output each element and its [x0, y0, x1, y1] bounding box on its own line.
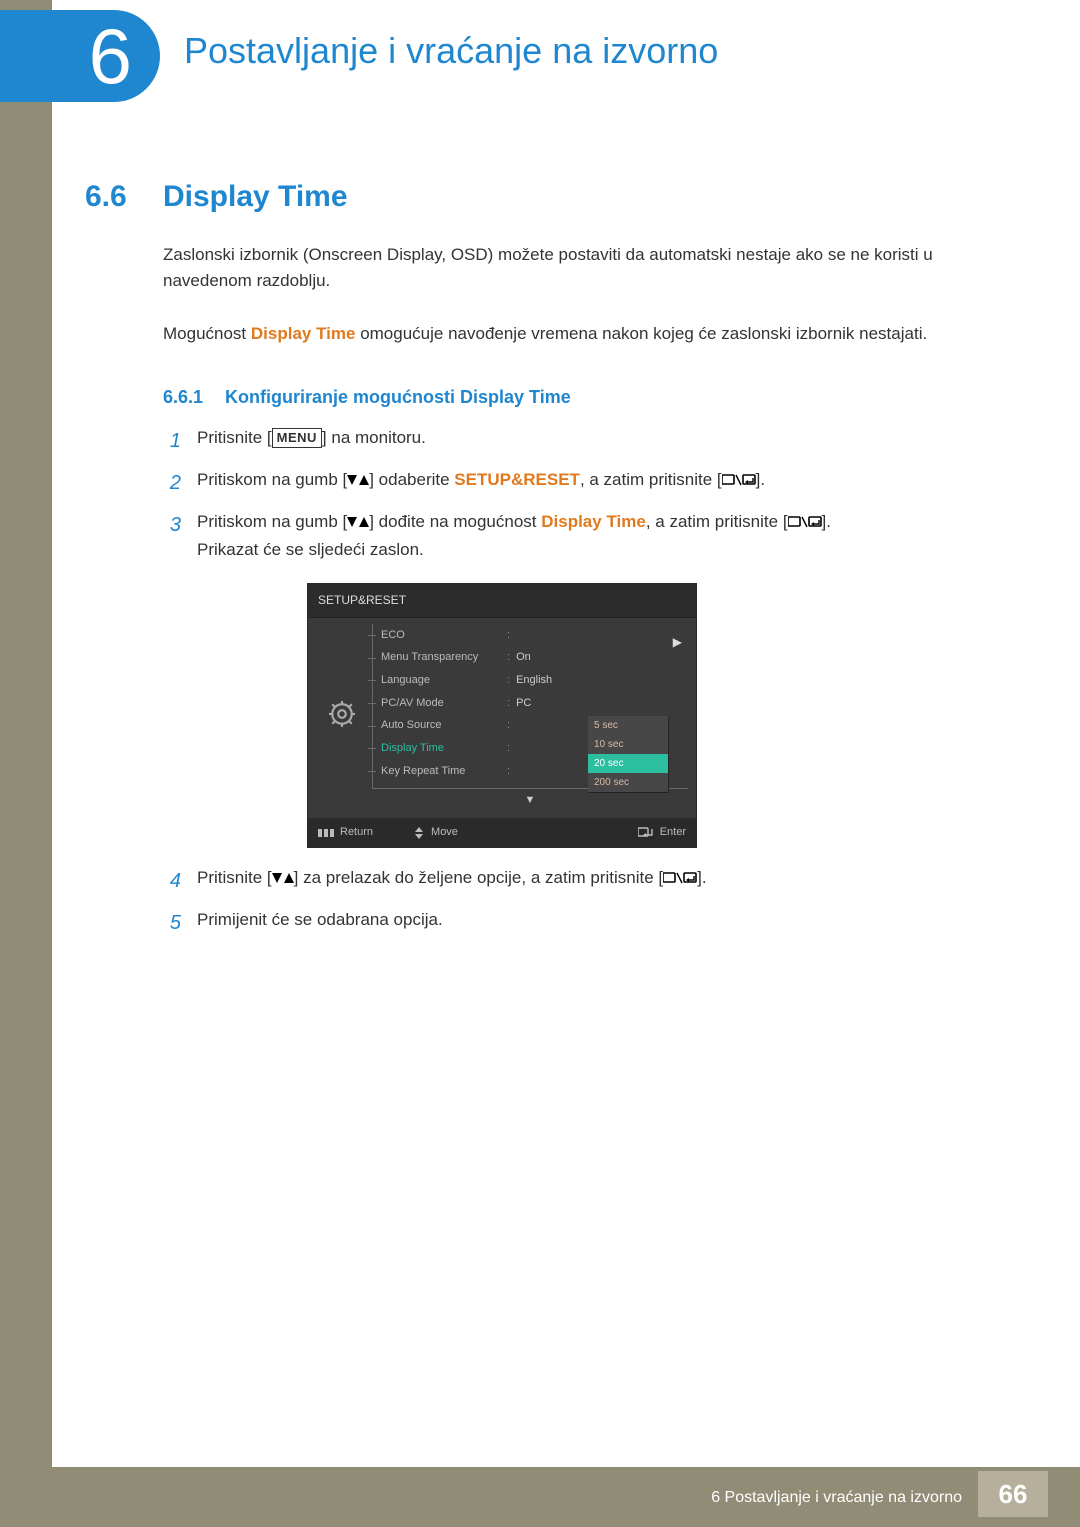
osd-panel: SETUP&RESET ECO:Menu Transparency:OnLang…	[307, 583, 697, 848]
osd-menu-item-label: Language	[381, 671, 501, 690]
select-enter-icon	[788, 515, 822, 529]
step-1: 1 Pritisnite [MENU] na monitoru.	[163, 424, 1020, 458]
step-4: 4 Pritisnite [ ] za prelazak do željene o…	[163, 864, 1020, 898]
step1-post: ] na monitoru.	[322, 428, 426, 447]
osd-menu-item-label: Display Time	[381, 739, 501, 758]
step3-pre: Pritiskom na gumb [	[197, 512, 347, 531]
chevron-right-icon: ▶	[673, 632, 682, 652]
osd-footer-enter-label: Enter	[660, 823, 686, 842]
osd-popup-option: 10 sec	[588, 735, 668, 754]
osd-footer-return-label: Return	[340, 823, 373, 842]
select-enter-icon	[722, 473, 756, 487]
step2-post-b: ].	[756, 470, 765, 489]
page-number: 66	[978, 1471, 1048, 1517]
colon: :	[507, 626, 510, 645]
subsection-heading: 6.6.1 Konfiguriranje mogućnosti Display …	[163, 387, 1020, 408]
osd-menu-item-label: Auto Source	[381, 716, 501, 735]
step-number: 3	[163, 508, 181, 542]
enter-icon	[638, 827, 654, 839]
step1-pre: Pritisnite [	[197, 428, 272, 447]
step3-mid: ] dođite na mogućnost	[369, 512, 541, 531]
step2-pre: Pritiskom na gumb [	[197, 470, 347, 489]
colon: :	[507, 648, 510, 667]
colon: :	[507, 739, 510, 758]
gear-icon	[329, 701, 355, 733]
menu-button-icon: MENU	[272, 428, 322, 448]
colon: :	[507, 762, 510, 781]
osd-body: ECO:Menu Transparency:OnLanguage:English…	[308, 618, 696, 819]
osd-menu-item-label: Key Repeat Time	[381, 762, 501, 781]
osd-popup-option: 20 sec	[588, 754, 668, 773]
osd-title: SETUP&RESET	[308, 584, 696, 617]
colon: :	[507, 694, 510, 713]
step3-post-b: ].	[822, 512, 831, 531]
chapter-number: 6	[89, 17, 132, 95]
subsection-number: 6.6.1	[163, 387, 207, 408]
osd-footer-move-label: Move	[431, 823, 458, 842]
para2-pre: Mogućnost	[163, 324, 251, 343]
osd-screenshot: SETUP&RESET ECO:Menu Transparency:OnLang…	[307, 583, 697, 848]
osd-popup-option: 200 sec	[588, 773, 668, 792]
chapter-tab: 6	[0, 10, 160, 102]
osd-menu-item-label: ECO	[381, 626, 501, 645]
osd-menu-item: Menu Transparency: On	[373, 646, 688, 669]
section-title: Display Time	[163, 180, 348, 214]
step4-post: ].	[697, 868, 706, 887]
osd-menu-item: Language: English	[373, 669, 688, 692]
colon: :	[507, 671, 510, 690]
chapter-title: Postavljanje i vraćanje na izvorno	[184, 30, 718, 72]
page-footer-text: 6 Postavljanje i vraćanje na izvorno	[711, 1489, 962, 1507]
section-number: 6.6	[85, 180, 143, 214]
para2-post: omogućuje navođenje vremena nakon kojeg …	[355, 324, 927, 343]
colon: :	[507, 716, 510, 735]
osd-popup: 5 sec10 sec20 sec200 sec	[588, 716, 668, 792]
down-up-arrow-icon	[347, 473, 369, 487]
step-3: 3 Pritiskom na gumb [ ] dođite na mogućno…	[163, 508, 1020, 856]
osd-menu-item-value: English	[516, 671, 552, 690]
subsection-title: Konfiguriranje mogućnosti Display Time	[225, 387, 571, 408]
step3-line2: Prikazat će se sljedeći zaslon.	[197, 540, 424, 559]
section-heading: 6.6 Display Time	[85, 180, 1020, 214]
step3-emphasis: Display Time	[541, 512, 646, 531]
para2-emphasis: Display Time	[251, 324, 356, 343]
osd-menu-item-label: PC/AV Mode	[381, 694, 501, 713]
osd-footer-enter: Enter	[638, 823, 686, 842]
down-up-arrow-icon	[272, 871, 294, 885]
osd-footer: Return Move Enter	[308, 818, 696, 847]
chevron-down-icon: ▼	[372, 791, 688, 810]
osd-menu-item-label: Menu Transparency	[381, 648, 501, 667]
step3-post-a: , a zatim pritisnite [	[646, 512, 788, 531]
step-number: 4	[163, 864, 181, 898]
section-paragraph-1: Zaslonski izbornik (Onscreen Display, OS…	[163, 242, 1020, 293]
step2-post-a: , a zatim pritisnite [	[580, 470, 722, 489]
step4-pre: Pritisnite [	[197, 868, 272, 887]
step4-mid: ] za prelazak do željene opcije, a zatim…	[294, 868, 663, 887]
step-5: 5 Primijenit će se odabrana opcija.	[163, 906, 1020, 940]
step-number: 5	[163, 906, 181, 940]
osd-menu-item: PC/AV Mode: PC	[373, 692, 688, 715]
left-margin-strip	[0, 0, 52, 1527]
down-up-arrow-icon	[347, 515, 369, 529]
select-enter-icon	[663, 871, 697, 885]
return-icon	[318, 828, 334, 838]
steps-list: 1 Pritisnite [MENU] na monitoru. 2 Priti…	[163, 424, 1020, 940]
osd-footer-move: Move	[413, 823, 458, 842]
step-number: 1	[163, 424, 181, 458]
step5-text: Primijenit će se odabrana opcija.	[197, 906, 1020, 935]
move-icon	[413, 827, 425, 839]
osd-footer-return: Return	[318, 823, 373, 842]
osd-menu-item: ECO:	[373, 624, 688, 647]
step-number: 2	[163, 466, 181, 500]
osd-menu-item-value: PC	[516, 694, 531, 713]
step-2: 2 Pritiskom na gumb [ ] odaberite SETUP&R…	[163, 466, 1020, 500]
osd-menu-item-value: On	[516, 648, 531, 667]
osd-popup-option: 5 sec	[588, 716, 668, 735]
section-paragraph-2: Mogućnost Display Time omogućuje navođen…	[163, 321, 1020, 347]
step2-mid: ] odaberite	[369, 470, 454, 489]
page-content: 6.6 Display Time Zaslonski izbornik (Ons…	[85, 180, 1020, 940]
step2-emphasis: SETUP&RESET	[454, 470, 580, 489]
